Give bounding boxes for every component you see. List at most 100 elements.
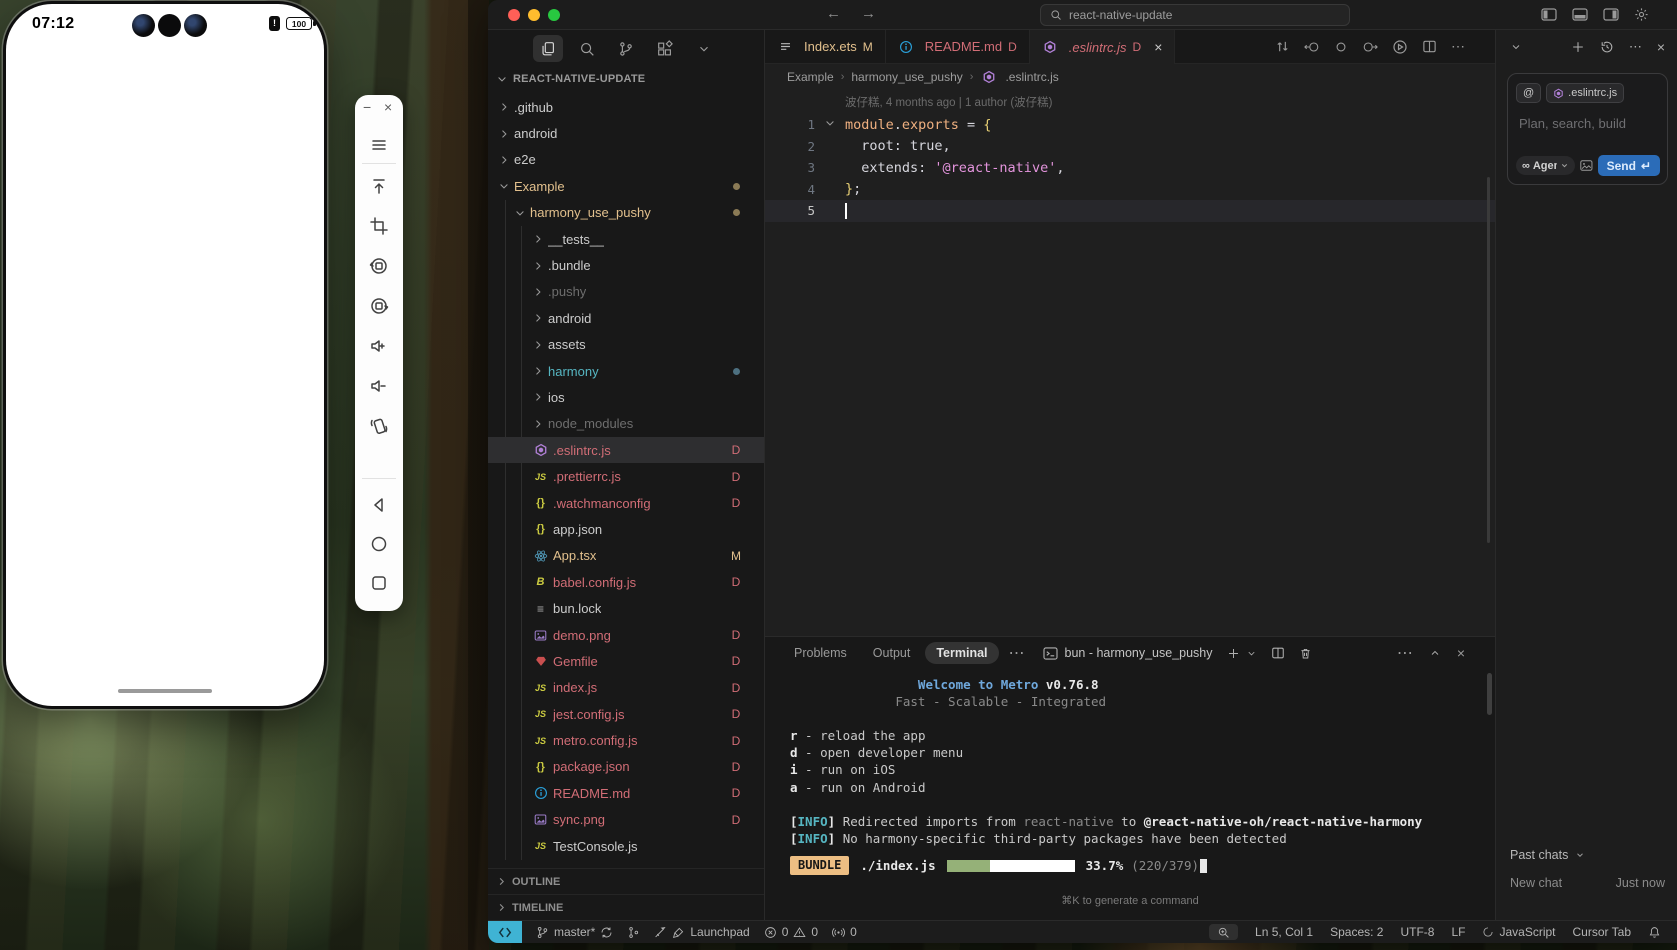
volume-up-icon[interactable] (367, 334, 391, 358)
tree-file-app.json[interactable]: {}app.json (488, 516, 764, 542)
close-tab-icon[interactable]: × (1154, 40, 1162, 54)
tree-file-Gemfile[interactable]: GemfileD (488, 648, 764, 674)
terminal-dropdown-icon[interactable] (1246, 648, 1257, 659)
expand-chevron[interactable] (532, 233, 548, 245)
shake-device-icon[interactable] (367, 414, 391, 438)
new-terminal-icon[interactable] (1227, 647, 1240, 660)
tree-folder-.bundle[interactable]: .bundle (488, 252, 764, 278)
code-editor[interactable]: 波仔糕, 4 months ago | 1 author (波仔糕) 1modu… (765, 89, 1495, 636)
toggle-bottom-panel-icon[interactable] (1572, 8, 1588, 21)
tree-folder-.pushy[interactable]: .pushy (488, 279, 764, 305)
past-chats-toggle[interactable]: Past chats (1510, 848, 1585, 862)
volume-down-icon[interactable] (367, 374, 391, 398)
past-chat-item[interactable]: New chat (1510, 876, 1562, 890)
settings-gear-icon[interactable] (1634, 7, 1649, 22)
send-button[interactable]: Send ↵ (1598, 155, 1660, 176)
fold-chevron[interactable] (815, 117, 845, 133)
kill-terminal-icon[interactable] (1299, 647, 1312, 660)
panel-more-icon[interactable]: ⋯ (1009, 643, 1025, 663)
tree-file-.eslintrc.js[interactable]: .eslintrc.jsD (488, 437, 764, 463)
tree-file-demo.png[interactable]: demo.pngD (488, 622, 764, 648)
more-actions-icon[interactable]: ⋯ (1451, 38, 1465, 55)
tree-folder-e2e[interactable]: e2e (488, 147, 764, 173)
panel-tab-output[interactable]: Output (862, 642, 922, 664)
tree-folder-harmony_use_pushy[interactable]: harmony_use_pushy (488, 200, 764, 226)
tree-file-TestConsole.js[interactable]: JSTestConsole.js (488, 833, 764, 859)
code-line-5[interactable]: 5 (765, 200, 1495, 222)
indentation-button[interactable]: Spaces: 2 (1330, 925, 1383, 939)
language-mode-button[interactable]: JavaScript (1482, 925, 1555, 939)
chat-history-icon[interactable] (1600, 40, 1614, 54)
problems-button[interactable]: 0 0 (764, 925, 818, 939)
toolbar-close-icon[interactable]: × (384, 98, 392, 116)
rotate-right-icon[interactable] (367, 294, 391, 318)
android-back-icon[interactable] (367, 493, 391, 517)
git-branch-button[interactable]: master* (536, 925, 613, 939)
menu-icon[interactable] (367, 133, 391, 157)
expand-chevron[interactable] (498, 128, 514, 140)
rotate-left-icon[interactable] (367, 254, 391, 278)
tree-folder-android[interactable]: android (488, 120, 764, 146)
nav-back-icon[interactable]: ← (826, 5, 841, 22)
context-file-chip[interactable]: .eslintrc.js (1546, 83, 1624, 103)
expand-chevron[interactable] (498, 154, 514, 166)
tree-file-babel.config.js[interactable]: Bbabel.config.jsD (488, 569, 764, 595)
split-terminal-icon[interactable] (1271, 646, 1285, 660)
nav-back-circle-icon[interactable] (1304, 39, 1320, 55)
encoding-button[interactable]: UTF-8 (1400, 925, 1434, 939)
home-indicator[interactable] (118, 689, 212, 694)
tree-file-package.json[interactable]: {}package.jsonD (488, 754, 764, 780)
expand-chevron[interactable] (532, 339, 548, 351)
git-graph-button[interactable] (627, 926, 640, 939)
tree-folder-harmony[interactable]: harmony (488, 358, 764, 384)
expand-chevron[interactable] (532, 391, 548, 403)
crop-icon[interactable] (367, 214, 391, 238)
compare-changes-icon[interactable] (1275, 39, 1290, 54)
tree-folder-ios[interactable]: ios (488, 384, 764, 410)
run-file-icon[interactable] (1392, 39, 1408, 55)
source-control-icon[interactable] (611, 35, 641, 62)
breadcrumb-item[interactable]: harmony_use_pushy (851, 70, 962, 84)
tree-file-bun.lock[interactable]: ≡bun.lock (488, 595, 764, 621)
close-chat-icon[interactable]: × (1657, 39, 1665, 55)
terminal-output[interactable]: Welcome to Metro v0.76.8 Fast - Scalable… (790, 676, 1481, 875)
expand-chevron[interactable] (532, 418, 548, 430)
chat-input-box[interactable]: @ .eslintrc.js Plan, search, build ∞ Age… (1507, 73, 1668, 185)
tree-folder-assets[interactable]: assets (488, 332, 764, 358)
breadcrumb-item[interactable]: Example (787, 70, 834, 84)
tree-folder-.github[interactable]: .github (488, 94, 764, 120)
new-chat-icon[interactable] (1571, 40, 1585, 54)
search-view-icon[interactable] (572, 35, 602, 62)
terminal-session-tab[interactable]: bun - harmony_use_pushy (1043, 646, 1213, 660)
nav-forward-circle-icon[interactable] (1362, 39, 1378, 55)
nav-forward-icon[interactable]: → (861, 5, 876, 22)
timeline-section-header[interactable]: TIMELINE (488, 894, 764, 920)
tree-file-README.md[interactable]: README.mdD (488, 780, 764, 806)
expand-chevron[interactable] (532, 286, 548, 298)
breadcrumb[interactable]: Example›harmony_use_pushy›.eslintrc.js (765, 64, 1495, 89)
code-line-3[interactable]: 3 extends: '@react-native', (765, 157, 1495, 179)
tree-file-sync.png[interactable]: sync.pngD (488, 807, 764, 833)
tree-folder-__tests__[interactable]: __tests__ (488, 226, 764, 252)
panel-more-actions-icon[interactable]: ⋯ (1397, 643, 1413, 663)
record-circle-icon[interactable] (1334, 40, 1348, 54)
maximize-panel-icon[interactable] (1429, 647, 1441, 659)
chat-more-icon[interactable]: ⋯ (1629, 39, 1642, 55)
breadcrumb-file[interactable]: .eslintrc.js (1005, 70, 1058, 84)
expand-chevron[interactable] (532, 260, 548, 272)
more-views-chevron-icon[interactable] (689, 35, 719, 62)
panel-tab-problems[interactable]: Problems (783, 642, 858, 664)
editor-tab-README.md[interactable]: README.mdD (886, 30, 1030, 63)
code-line-2[interactable]: 2 root: true, (765, 136, 1495, 158)
split-editor-icon[interactable] (1422, 39, 1437, 54)
extensions-view-icon[interactable] (650, 35, 680, 62)
ports-button[interactable]: 0 (832, 925, 857, 939)
minimize-window-icon[interactable] (528, 9, 540, 21)
toggle-left-panel-icon[interactable] (1541, 8, 1557, 21)
tree-file-App.tsx[interactable]: App.tsxM (488, 543, 764, 569)
expand-chevron[interactable] (514, 207, 530, 219)
code-line-1[interactable]: 1module.exports = { (765, 114, 1495, 136)
tree-file-metro.config.js[interactable]: JSmetro.config.jsD (488, 727, 764, 753)
cursor-tab-button[interactable]: Cursor Tab (1573, 925, 1631, 939)
launchpad-button[interactable]: Launchpad (654, 925, 749, 939)
